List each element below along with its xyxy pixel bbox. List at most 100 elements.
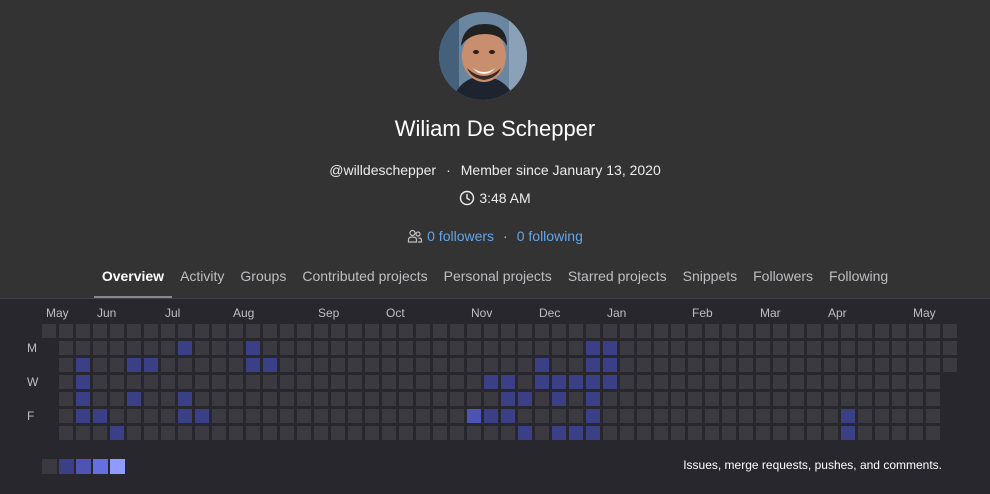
calendar-day-cell[interactable] (586, 426, 600, 440)
calendar-day-cell[interactable] (671, 358, 685, 372)
calendar-day-cell[interactable] (892, 324, 906, 338)
calendar-day-cell[interactable] (484, 392, 498, 406)
calendar-day-cell[interactable] (722, 426, 736, 440)
calendar-day-cell[interactable] (365, 426, 379, 440)
calendar-day-cell[interactable] (824, 358, 838, 372)
calendar-day-cell[interactable] (603, 324, 617, 338)
calendar-day-cell[interactable] (620, 341, 634, 355)
calendar-day-cell[interactable] (841, 358, 855, 372)
calendar-day-cell[interactable] (637, 341, 651, 355)
calendar-day-cell[interactable] (926, 409, 940, 423)
calendar-day-cell[interactable] (144, 426, 158, 440)
calendar-day-cell[interactable] (535, 375, 549, 389)
calendar-day-cell[interactable] (535, 358, 549, 372)
calendar-day-cell[interactable] (518, 426, 532, 440)
calendar-day-cell[interactable] (688, 324, 702, 338)
calendar-day-cell[interactable] (314, 358, 328, 372)
calendar-day-cell[interactable] (365, 358, 379, 372)
calendar-day-cell[interactable] (144, 409, 158, 423)
calendar-day-cell[interactable] (467, 426, 481, 440)
calendar-day-cell[interactable] (229, 375, 243, 389)
calendar-day-cell[interactable] (858, 426, 872, 440)
tab-followers[interactable]: Followers (745, 258, 821, 298)
calendar-day-cell[interactable] (399, 426, 413, 440)
calendar-day-cell[interactable] (246, 375, 260, 389)
calendar-day-cell[interactable] (467, 341, 481, 355)
calendar-day-cell[interactable] (552, 375, 566, 389)
calendar-day-cell[interactable] (229, 341, 243, 355)
calendar-day-cell[interactable] (127, 392, 141, 406)
calendar-day-cell[interactable] (229, 409, 243, 423)
tab-activity[interactable]: Activity (172, 258, 232, 298)
calendar-day-cell[interactable] (705, 392, 719, 406)
calendar-day-cell[interactable] (586, 392, 600, 406)
calendar-day-cell[interactable] (807, 409, 821, 423)
calendar-day-cell[interactable] (416, 375, 430, 389)
calendar-day-cell[interactable] (263, 375, 277, 389)
tab-overview[interactable]: Overview (93, 258, 173, 298)
calendar-day-cell[interactable] (416, 409, 430, 423)
calendar-day-cell[interactable] (127, 375, 141, 389)
calendar-day-cell[interactable] (382, 392, 396, 406)
calendar-day-cell[interactable] (841, 324, 855, 338)
calendar-day-cell[interactable] (688, 392, 702, 406)
calendar-day-cell[interactable] (603, 426, 617, 440)
calendar-day-cell[interactable] (858, 409, 872, 423)
calendar-day-cell[interactable] (756, 341, 770, 355)
calendar-day-cell[interactable] (722, 358, 736, 372)
calendar-day-cell[interactable] (484, 375, 498, 389)
calendar-day-cell[interactable] (722, 341, 736, 355)
calendar-day-cell[interactable] (93, 358, 107, 372)
calendar-day-cell[interactable] (654, 426, 668, 440)
calendar-day-cell[interactable] (705, 324, 719, 338)
calendar-day-cell[interactable] (399, 375, 413, 389)
calendar-day-cell[interactable] (331, 409, 345, 423)
calendar-day-cell[interactable] (93, 341, 107, 355)
calendar-day-cell[interactable] (348, 409, 362, 423)
calendar-day-cell[interactable] (671, 341, 685, 355)
tab-starred-projects[interactable]: Starred projects (560, 258, 675, 298)
calendar-day-cell[interactable] (552, 426, 566, 440)
calendar-day-cell[interactable] (569, 409, 583, 423)
calendar-day-cell[interactable] (127, 358, 141, 372)
calendar-day-cell[interactable] (348, 358, 362, 372)
calendar-day-cell[interactable] (229, 358, 243, 372)
calendar-day-cell[interactable] (790, 392, 804, 406)
calendar-day-cell[interactable] (178, 375, 192, 389)
calendar-day-cell[interactable] (450, 392, 464, 406)
calendar-day-cell[interactable] (263, 426, 277, 440)
calendar-day-cell[interactable] (382, 409, 396, 423)
calendar-day-cell[interactable] (195, 392, 209, 406)
calendar-day-cell[interactable] (399, 392, 413, 406)
calendar-day-cell[interactable] (858, 358, 872, 372)
calendar-day-cell[interactable] (569, 375, 583, 389)
calendar-day-cell[interactable] (501, 392, 515, 406)
calendar-day-cell[interactable] (297, 358, 311, 372)
calendar-day-cell[interactable] (93, 409, 107, 423)
calendar-day-cell[interactable] (518, 358, 532, 372)
calendar-day-cell[interactable] (178, 341, 192, 355)
calendar-day-cell[interactable] (688, 409, 702, 423)
calendar-day-cell[interactable] (212, 392, 226, 406)
calendar-day-cell[interactable] (892, 341, 906, 355)
calendar-day-cell[interactable] (790, 426, 804, 440)
calendar-day-cell[interactable] (909, 358, 923, 372)
calendar-day-cell[interactable] (348, 426, 362, 440)
calendar-day-cell[interactable] (246, 392, 260, 406)
calendar-day-cell[interactable] (127, 341, 141, 355)
calendar-day-cell[interactable] (76, 375, 90, 389)
calendar-day-cell[interactable] (875, 341, 889, 355)
calendar-day-cell[interactable] (297, 324, 311, 338)
calendar-day-cell[interactable] (875, 426, 889, 440)
calendar-day-cell[interactable] (76, 392, 90, 406)
calendar-day-cell[interactable] (229, 392, 243, 406)
tab-snippets[interactable]: Snippets (675, 258, 745, 298)
calendar-day-cell[interactable] (331, 392, 345, 406)
tab-personal-projects[interactable]: Personal projects (436, 258, 560, 298)
calendar-day-cell[interactable] (195, 341, 209, 355)
calendar-day-cell[interactable] (433, 324, 447, 338)
calendar-day-cell[interactable] (756, 358, 770, 372)
calendar-day-cell[interactable] (416, 358, 430, 372)
calendar-day-cell[interactable] (93, 375, 107, 389)
calendar-day-cell[interactable] (620, 409, 634, 423)
